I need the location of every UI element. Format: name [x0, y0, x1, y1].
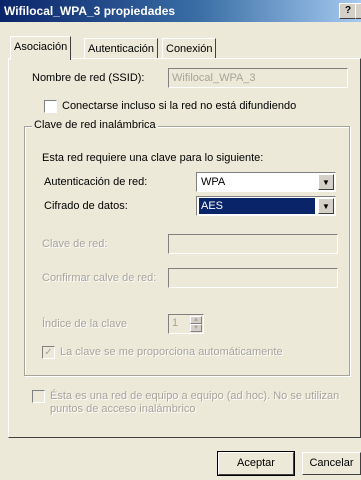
auth-label: Autenticación de red: [44, 176, 148, 188]
key-label: Clave de red: [42, 238, 108, 250]
group-title: Clave de red inalámbrica [32, 119, 158, 131]
adhoc-label-line2: puntos de acceso inalámbrico [50, 403, 196, 415]
spin-down-icon[interactable]: ▼ [190, 324, 202, 332]
auth-value: WPA [201, 176, 226, 188]
ssid-field[interactable]: Wifilocal_WPA_3 [168, 68, 348, 88]
chevron-down-icon[interactable]: ▼ [318, 174, 334, 190]
cipher-label: Cifrado de datos: [44, 200, 128, 212]
tab-autenticacion[interactable]: Autenticación [84, 38, 159, 59]
key-index-label: Índice de la clave [42, 318, 127, 330]
confirm-key-field[interactable] [168, 268, 338, 288]
auth-select[interactable]: WPA ▼ [196, 172, 336, 192]
spin-up-icon[interactable]: ▲ [190, 316, 202, 324]
broadcast-checkbox[interactable] [44, 100, 57, 113]
adhoc-label-line1: Ésta es una red de equipo a equipo (ad h… [50, 390, 340, 402]
tab-conexion[interactable]: Conexión [162, 38, 217, 59]
ok-button[interactable]: Aceptar [217, 451, 295, 476]
close-button[interactable]: × [355, 3, 361, 19]
key-index-spinner[interactable]: 1 ▲ ▼ [168, 314, 204, 334]
window-title: Wifilocal_WPA_3 propiedades [4, 4, 176, 18]
key-index-value: 1 [172, 317, 179, 329]
confirm-key-label: Confirmar calve de red: [42, 272, 157, 284]
adhoc-checkbox[interactable] [32, 390, 45, 403]
title-bar[interactable]: Wifilocal_WPA_3 propiedades ? × [0, 0, 361, 22]
cipher-value: AES [199, 198, 315, 214]
auto-key-checkbox[interactable]: ✓ [42, 346, 55, 359]
tab-asociacion[interactable]: Asociación [10, 36, 72, 60]
auto-key-label: La clave se me proporciona automáticamen… [60, 346, 283, 358]
requires-key-text: Esta red requiere una clave para lo sigu… [42, 152, 264, 164]
cancel-button[interactable]: Cancelar [302, 452, 361, 475]
key-field[interactable] [168, 234, 338, 254]
chevron-down-icon[interactable]: ▼ [318, 198, 334, 214]
cipher-select[interactable]: AES ▼ [196, 196, 336, 216]
broadcast-label: Conectarse incluso si la red no está dif… [62, 100, 297, 112]
ssid-label: Nombre de red (SSID): [32, 72, 145, 84]
